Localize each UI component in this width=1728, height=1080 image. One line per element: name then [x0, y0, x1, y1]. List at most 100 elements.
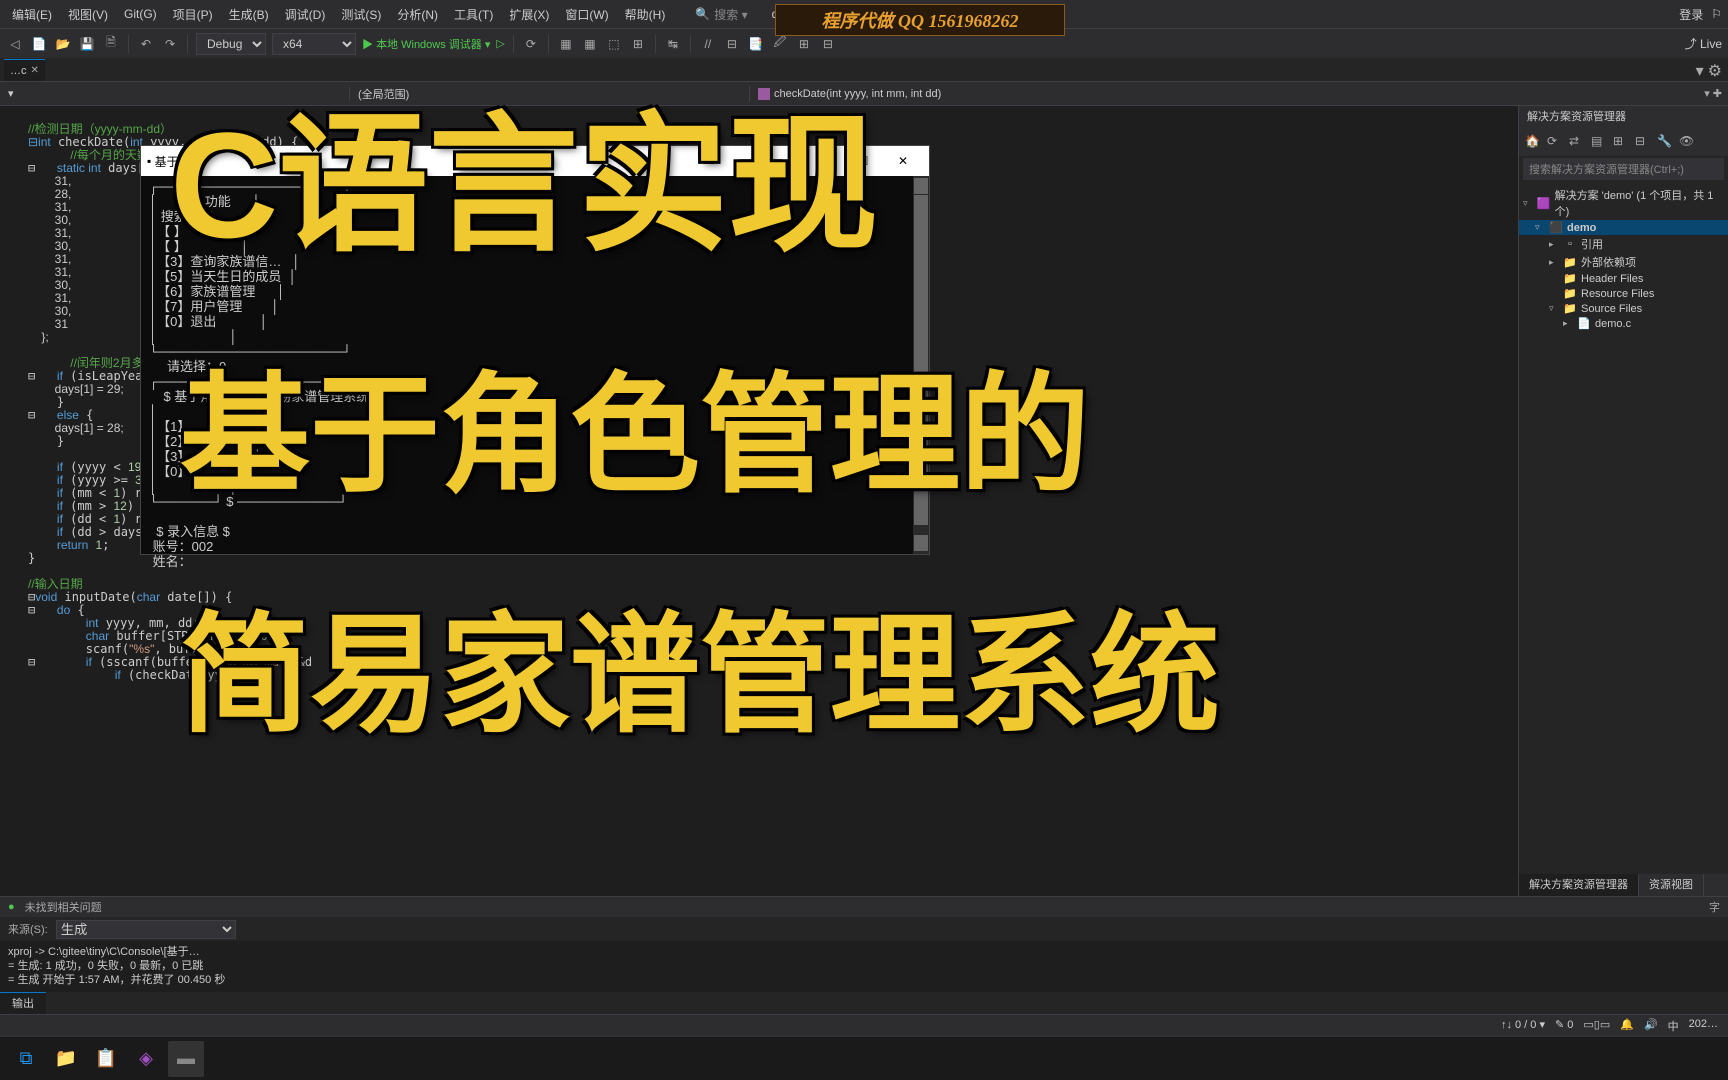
output-src-combo[interactable]: 生成 [56, 920, 236, 939]
ext-node[interactable]: ▸📁外部依赖项 [1519, 253, 1728, 271]
close-button[interactable]: ✕ [883, 146, 923, 176]
tb-4-icon[interactable]: ⬚ [605, 35, 623, 53]
menu-help[interactable]: 帮助(H) [619, 4, 672, 25]
header-folder[interactable]: 📁Header Files [1519, 271, 1728, 286]
tb-7-icon[interactable]: // [699, 35, 717, 53]
error-count[interactable]: ✎ 0 [1555, 1018, 1573, 1034]
tb-5-icon[interactable]: ⊞ [629, 35, 647, 53]
menu-analyze[interactable]: 分析(N) [391, 4, 444, 25]
tab-gear-icon[interactable]: ⚙ [1708, 61, 1722, 81]
ad-banner: 程序代做 QQ 1561968262 [775, 4, 1065, 36]
notes-icon[interactable]: 📋 [88, 1041, 124, 1077]
menu-build[interactable]: 生成(B) [223, 4, 275, 25]
explorer-search[interactable]: 搜索解决方案资源管理器(Ctrl+;) [1523, 158, 1724, 180]
bottom-panel: ● 未找到相关问题 字 来源(S): 生成 xproj -> C:\gitee\… [0, 896, 1728, 1036]
home-icon[interactable]: 🏠 [1525, 134, 1541, 150]
tab-resource-view[interactable]: 资源视图 [1639, 874, 1704, 896]
console-icon: ▪ [147, 154, 151, 168]
config-combo[interactable]: Debug [196, 33, 266, 55]
tab-demo-c[interactable]: …c✕ [4, 59, 45, 81]
collapse-icon[interactable]: ⊟ [1635, 134, 1651, 150]
close-icon[interactable]: ✕ [31, 65, 39, 76]
member-combo[interactable]: checkDate(int yyyy, int mm, int dd) [750, 88, 1698, 100]
menu-project[interactable]: 项目(P) [167, 4, 219, 25]
output-src-label: 来源(S): [0, 921, 56, 937]
cursor-info: 字 [1709, 899, 1720, 915]
tab-solution-explorer[interactable]: 解决方案资源管理器 [1519, 874, 1639, 896]
solution-tree: ▿🟪解决方案 'demo' (1 个项目，共 1 个) ▿⬛demo ▸▫引用 … [1519, 182, 1728, 335]
tb-9-icon[interactable]: 📑 [747, 35, 765, 53]
search-box[interactable]: 🔍 搜索 ▾ [695, 6, 747, 23]
tb-11-icon[interactable]: ⊞ [795, 35, 813, 53]
terminal-icon[interactable]: ▬ [168, 1041, 204, 1077]
source-folder[interactable]: ▿📁Source Files [1519, 301, 1728, 316]
start-debug-button[interactable]: ▶ 本地 Windows 调试器 ▾ [362, 36, 490, 52]
menu-extensions[interactable]: 扩展(X) [503, 4, 555, 25]
start-nodebug-button[interactable]: ▷ [496, 37, 504, 50]
ime-status[interactable]: 中 [1668, 1018, 1679, 1034]
back-icon[interactable]: ◁ [6, 35, 24, 53]
speaker-icon[interactable]: 🔊 [1644, 1018, 1658, 1034]
properties-icon[interactable]: 🔧 [1657, 134, 1673, 150]
tb-12-icon[interactable]: ⊟ [819, 35, 837, 53]
menu-test[interactable]: 测试(S) [335, 4, 387, 25]
tb-3-icon[interactable]: ▦ [581, 35, 599, 53]
solution-node[interactable]: ▿🟪解决方案 'demo' (1 个项目，共 1 个) [1519, 186, 1728, 220]
menu-debug[interactable]: 调试(D) [279, 4, 332, 25]
explorer-icon[interactable]: 📁 [48, 1041, 84, 1077]
global-scope-combo[interactable]: (全局范围) [350, 86, 750, 102]
nav-status[interactable]: ↑↓ 0 / 0 ▾ [1501, 1018, 1545, 1034]
layout-icon[interactable]: ▭▯▭ [1583, 1018, 1610, 1034]
menu-view[interactable]: 视图(V) [62, 4, 114, 25]
tb-2-icon[interactable]: ▦ [557, 35, 575, 53]
editor-tabs: …c✕ ▾ ⚙ [0, 58, 1728, 82]
menu-edit[interactable]: 编辑(E) [6, 4, 58, 25]
scope-combo[interactable]: ▾ [0, 87, 350, 100]
save-icon[interactable]: 💾 [78, 35, 96, 53]
menu-git[interactable]: Git(G) [118, 5, 163, 23]
tb-10-icon[interactable]: 🖉 [771, 35, 789, 53]
taskbar: ⧉ 📁 📋 ◈ ▬ [0, 1036, 1728, 1080]
showall-icon[interactable]: ⊞ [1613, 134, 1629, 150]
output-text[interactable]: xproj -> C:\gitee\tiny\C\Console\[基于… = … [0, 941, 1728, 992]
scroll-arrow-up-icon[interactable] [914, 178, 928, 194]
explorer-toolbar: 🏠 ⟳ ⇄ ▤ ⊞ ⊟ 🔧 👁 [1519, 128, 1728, 156]
preview-icon[interactable]: 👁 [1679, 134, 1695, 150]
refs-node[interactable]: ▸▫引用 [1519, 235, 1728, 253]
tb-6-icon[interactable]: ↹ [664, 35, 682, 53]
status-ok-icon: ● [8, 901, 15, 913]
notify-icon[interactable]: 🔔 [1620, 1018, 1634, 1034]
tab-dropdown-icon[interactable]: ▾ [1696, 61, 1704, 81]
code-line: //检测日期（yyyy-mm-dd） [28, 122, 172, 136]
split-icon[interactable]: ▾ ✚ [1698, 87, 1728, 100]
panel-title: 解决方案资源管理器 [1519, 106, 1728, 128]
platform-combo[interactable]: x64 [272, 33, 356, 55]
undo-icon[interactable]: ↶ [137, 35, 155, 53]
filter-icon[interactable]: ▤ [1591, 134, 1607, 150]
tb-8-icon[interactable]: ⊟ [723, 35, 741, 53]
login-button[interactable]: 登录 [1679, 6, 1703, 23]
visualstudio-icon[interactable]: ◈ [128, 1041, 164, 1077]
no-issues-label: 未找到相关问题 [25, 899, 102, 915]
output-tab[interactable]: 输出 [0, 992, 46, 1014]
project-node[interactable]: ▿⬛demo [1519, 220, 1728, 235]
sync-icon[interactable]: ⇄ [1569, 134, 1585, 150]
saveall-icon[interactable]: 🗎 [102, 35, 120, 53]
liveshare-button[interactable]: ⤴ Live [1685, 35, 1722, 52]
menu-window[interactable]: 窗口(W) [559, 4, 614, 25]
new-icon[interactable]: 📄 [30, 35, 48, 53]
tb-1-icon[interactable]: ⟳ [522, 35, 540, 53]
overlay-title-3: 简易家谱管理系统 [180, 610, 1220, 740]
resource-folder[interactable]: 📁Resource Files [1519, 286, 1728, 301]
solution-explorer: 解决方案资源管理器 🏠 ⟳ ⇄ ▤ ⊞ ⊟ 🔧 👁 搜索解决方案资源管理器(Ct… [1518, 106, 1728, 896]
open-icon[interactable]: 📂 [54, 35, 72, 53]
user-icon[interactable]: ⚐ [1711, 7, 1722, 21]
redo-icon[interactable]: ↷ [161, 35, 179, 53]
overlay-title-2: 基于角色管理的 [180, 370, 1090, 500]
demo-c-file[interactable]: ▸📄demo.c [1519, 316, 1728, 331]
menu-tools[interactable]: 工具(T) [448, 4, 499, 25]
refresh-icon[interactable]: ⟳ [1547, 134, 1563, 150]
scroll-arrow-down-icon[interactable] [914, 535, 928, 551]
vscode-icon[interactable]: ⧉ [8, 1041, 44, 1077]
date: 202… [1689, 1018, 1718, 1034]
